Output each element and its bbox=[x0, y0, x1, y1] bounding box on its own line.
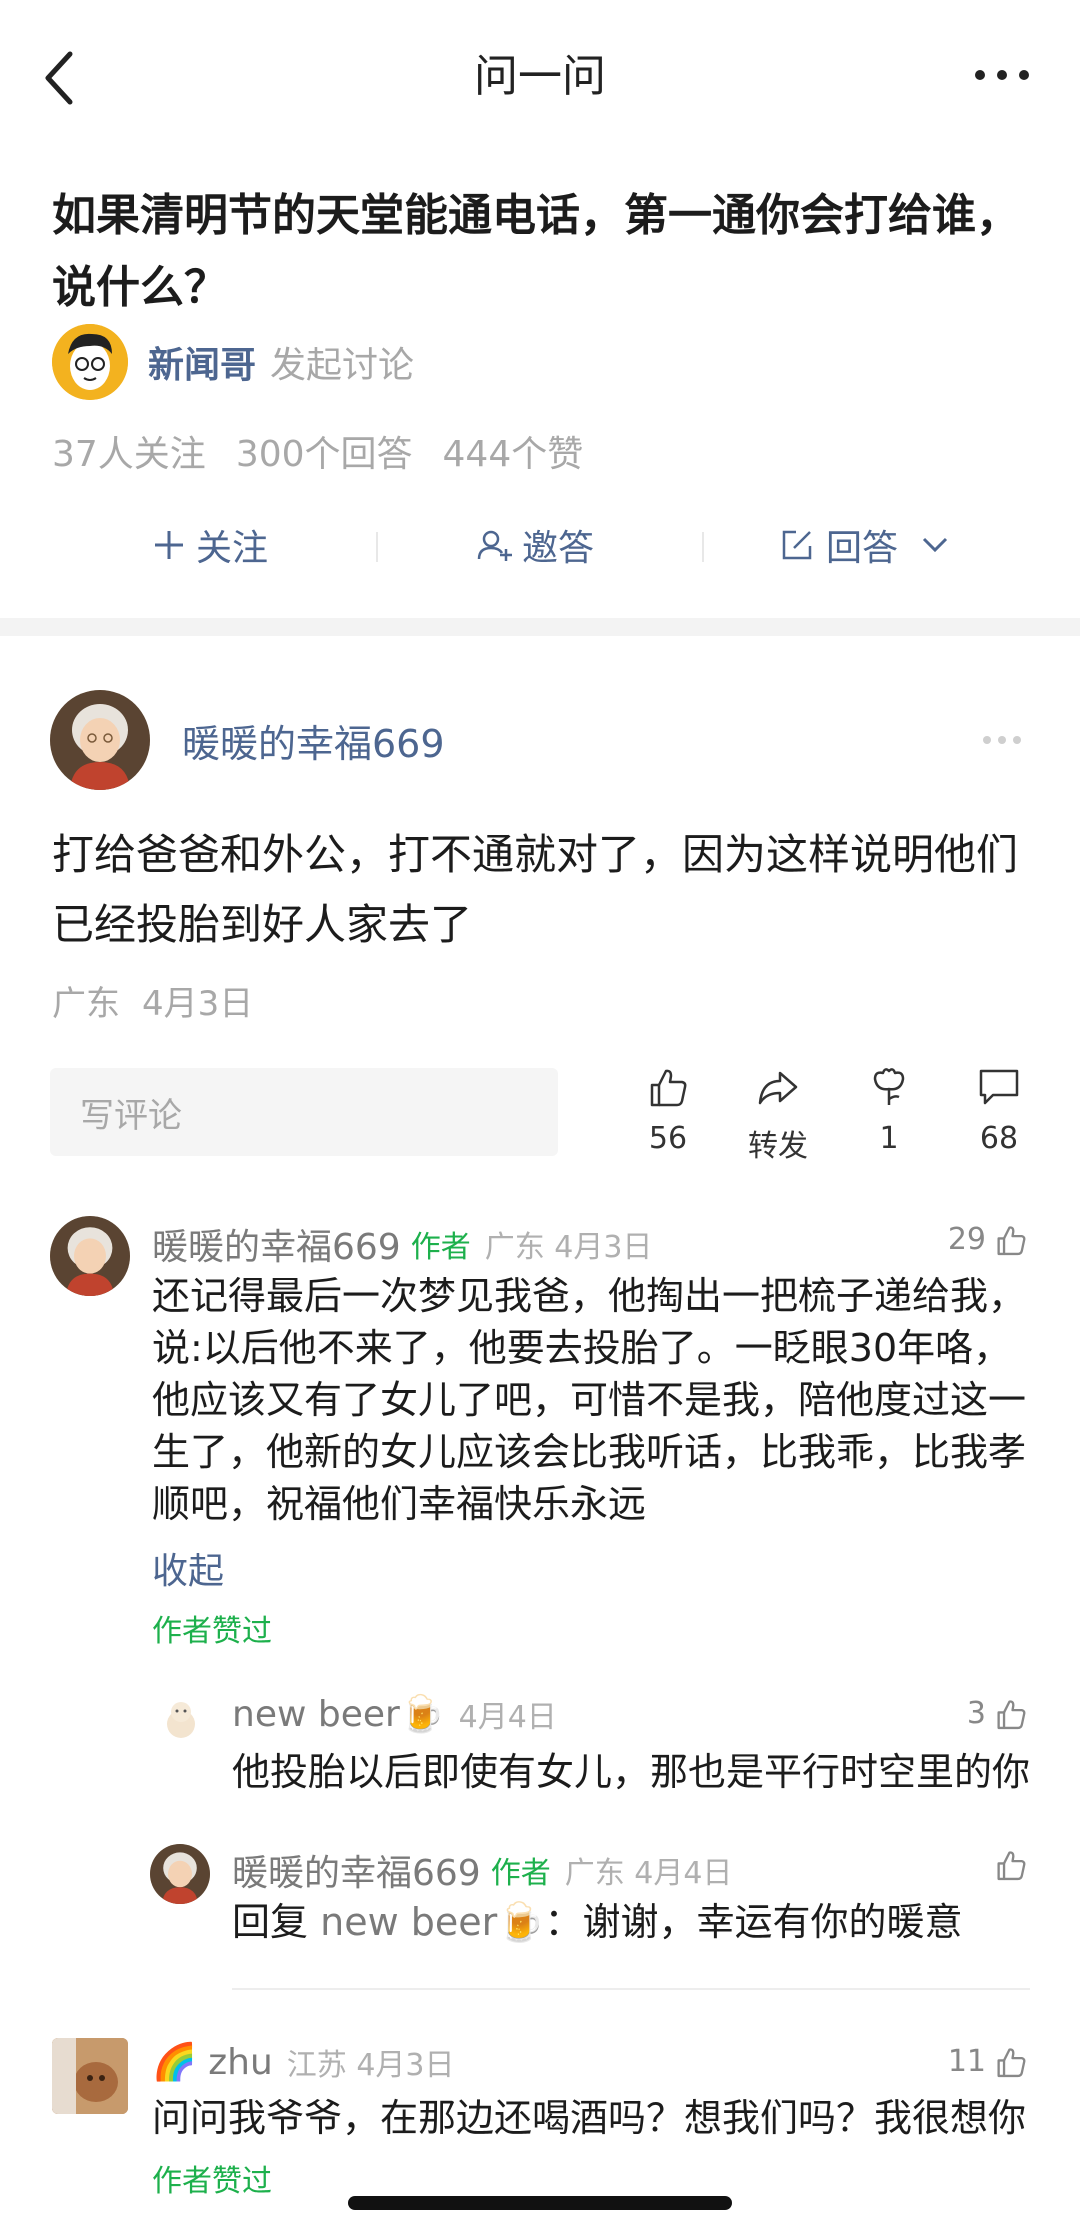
plus-icon bbox=[155, 531, 183, 559]
comment-text: 问问我爷爷，在那边还喝酒吗？想我们吗？我很想你 bbox=[152, 2096, 1027, 2140]
reply-header: 暖暖的幸福669 作者 广东 4月4日 bbox=[232, 1844, 732, 1896]
comment-like-count: 29 bbox=[947, 1222, 986, 1257]
like-count: 444个赞 bbox=[442, 434, 584, 475]
answer-content: 打给爸爸和外公，打不通就对了，因为这样说明他们已经投胎到好人家去了 bbox=[52, 830, 1019, 949]
author-liked-badge: 作者赞过 bbox=[152, 1614, 272, 1649]
follow-button[interactable]: 关注 bbox=[152, 510, 268, 580]
thumbs-up-icon bbox=[997, 2047, 1026, 2077]
follow-count: 37人关注 bbox=[52, 434, 206, 475]
divider bbox=[376, 532, 378, 562]
collapse-link[interactable]: 收起 bbox=[152, 1542, 224, 1594]
reply-date: 4月4日 bbox=[458, 1700, 557, 1735]
answer-count: 300个回答 bbox=[235, 434, 413, 475]
reply-text: 回复 new beer🍺：谢谢，幸运有你的暖意 bbox=[232, 1896, 1032, 1948]
repost-button[interactable]: 转发 bbox=[723, 1065, 833, 1165]
question-author-action: 发起讨论 bbox=[270, 345, 415, 386]
chevron-down-icon bbox=[922, 537, 948, 553]
reply-author-name[interactable]: new beer🍺 bbox=[232, 1693, 445, 1735]
comment-text: 还记得最后一次梦见我爸，他掏出一把梳子递给我，说:以后他不来了，他要去投胎了。一… bbox=[152, 1274, 1027, 1526]
reply-like-button[interactable]: 3 bbox=[967, 1696, 1028, 1731]
avatar[interactable] bbox=[52, 324, 128, 400]
author-tag: 作者 bbox=[490, 1856, 551, 1891]
question-author-name[interactable]: 新闻哥 bbox=[148, 336, 256, 388]
reply-like-count: 3 bbox=[966, 1696, 986, 1731]
question-action-bar: 关注 邀答 回答 bbox=[0, 510, 1080, 580]
comment-like-count: 11 bbox=[947, 2044, 986, 2079]
page-title: 问一问 bbox=[474, 51, 606, 102]
edit-icon bbox=[782, 530, 812, 560]
reply-like-button[interactable] bbox=[986, 1848, 1028, 1882]
answer-label: 回答 bbox=[826, 528, 899, 569]
author-tag: 作者 bbox=[410, 1230, 471, 1265]
question-title: 如果清明节的天堂能通电话，第一通你会打给谁，说什么？ bbox=[52, 190, 1020, 313]
follow-label: 关注 bbox=[196, 528, 269, 569]
section-separator bbox=[0, 618, 1080, 636]
comment-location-date: 广东 4月3日 bbox=[484, 1230, 653, 1265]
comment-header: 🌈 zhu 江苏 4月3日 bbox=[152, 2040, 455, 2084]
home-indicator[interactable] bbox=[348, 2196, 732, 2210]
cheer-button[interactable]: 1 bbox=[834, 1065, 944, 1156]
comment-header: 暖暖的幸福669 作者 广东 4月3日 bbox=[152, 1218, 652, 1270]
more-icon[interactable] bbox=[972, 55, 1032, 95]
flower-icon bbox=[873, 1068, 905, 1105]
avatar[interactable] bbox=[156, 1694, 206, 1744]
comment-location-date: 江苏 4月3日 bbox=[286, 2048, 455, 2083]
comment-button[interactable]: 68 bbox=[944, 1065, 1054, 1156]
thumbs-up-icon bbox=[997, 1225, 1026, 1255]
avatar[interactable] bbox=[52, 2038, 128, 2114]
reply-prefix: 回复 bbox=[232, 1900, 309, 1944]
comment-input[interactable]: 写评论 bbox=[50, 1068, 558, 1156]
comment-icon bbox=[979, 1069, 1019, 1105]
thumbs-up-icon bbox=[650, 1069, 687, 1107]
reply-header: new beer🍺 4月4日 bbox=[232, 1692, 557, 1736]
question-author[interactable]: 新闻哥 发起讨论 bbox=[52, 322, 414, 402]
answer-button[interactable]: 回答 bbox=[780, 510, 950, 580]
reply-target[interactable]: new beer🍺 bbox=[320, 1900, 544, 1944]
cheer-count: 1 bbox=[879, 1121, 899, 1156]
more-icon[interactable] bbox=[982, 735, 1022, 745]
answer-author-name[interactable]: 暖暖的幸福669 bbox=[182, 713, 445, 768]
question-stats: 37人关注 300个回答 444个赞 bbox=[52, 425, 613, 477]
repost-label: 转发 bbox=[748, 1129, 808, 1164]
reply-text: 他投胎以后即使有女儿，那也是平行时空里的你 bbox=[232, 1750, 1031, 1794]
avatar[interactable] bbox=[50, 690, 150, 790]
reply-location-date: 广东 4月4日 bbox=[564, 1856, 733, 1891]
like-button[interactable]: 56 bbox=[613, 1065, 723, 1156]
reply-author-name[interactable]: 暖暖的幸福669 bbox=[232, 1844, 481, 1896]
avatar[interactable] bbox=[50, 1216, 130, 1296]
reply-body: ：谢谢，幸运有你的暖意 bbox=[544, 1900, 963, 1944]
answer-location: 广东 bbox=[52, 984, 120, 1024]
invite-user-icon bbox=[477, 530, 512, 561]
comment-author-name[interactable]: 🌈 zhu bbox=[152, 2041, 273, 2083]
comment-like-button[interactable]: 11 bbox=[948, 2044, 1028, 2079]
share-arrow-icon bbox=[758, 1071, 798, 1105]
invite-label: 邀答 bbox=[522, 528, 595, 569]
comment-like-button[interactable]: 29 bbox=[948, 1222, 1028, 1257]
divider bbox=[232, 1988, 1030, 1990]
answer-date: 4月3日 bbox=[142, 984, 254, 1024]
comment-count: 68 bbox=[979, 1121, 1019, 1156]
avatar[interactable] bbox=[150, 1844, 210, 1904]
invite-button[interactable]: 邀答 bbox=[476, 510, 594, 580]
thumbs-up-icon bbox=[997, 1699, 1026, 1729]
thumbs-up-icon bbox=[997, 1851, 1026, 1881]
comment-author-name[interactable]: 暖暖的幸福669 bbox=[152, 1218, 401, 1270]
answer-meta: 广东 4月3日 bbox=[52, 976, 275, 1025]
divider bbox=[702, 532, 704, 562]
author-liked-badge: 作者赞过 bbox=[152, 2164, 272, 2199]
like-count: 56 bbox=[648, 1121, 688, 1156]
